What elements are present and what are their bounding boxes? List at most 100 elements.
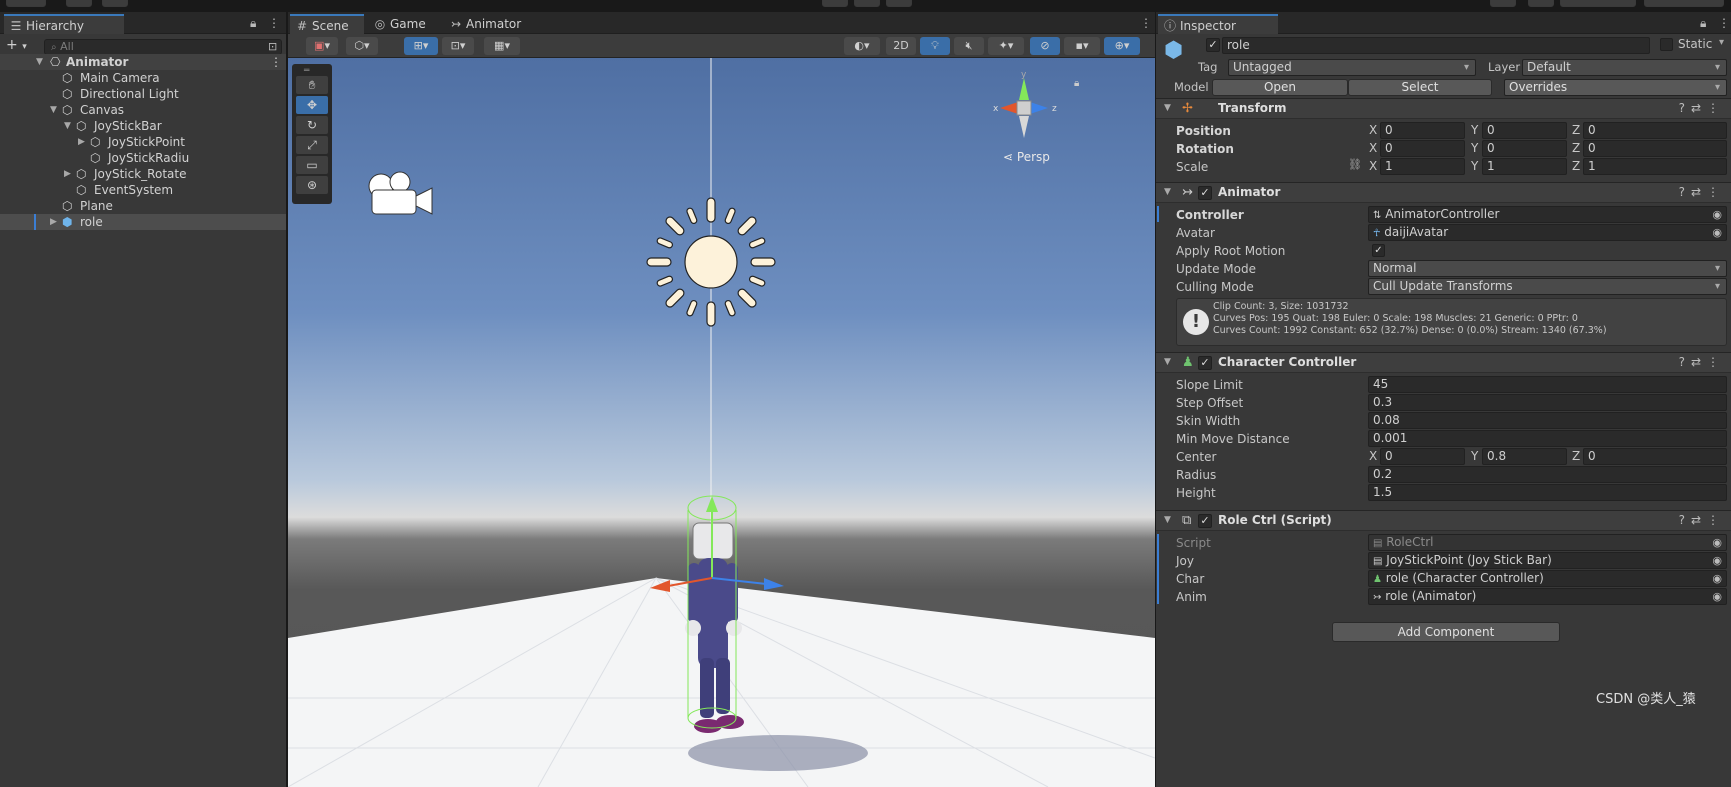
more-menu-icon[interactable]: ⋮ <box>1140 16 1152 30</box>
chevron-down-icon[interactable]: ▼ <box>64 118 71 134</box>
list-item[interactable]: ▶ ⬡ JoyStick_Rotate <box>0 166 286 182</box>
list-item[interactable]: ⬡ Plane <box>0 198 286 214</box>
list-item[interactable]: ▼ ⎔ Animator ⋮ <box>0 54 286 70</box>
list-item[interactable]: ▼ ⬡ Canvas <box>0 102 286 118</box>
gizmos-button[interactable]: ⊕▾ <box>1104 37 1140 55</box>
center-y-field[interactable]: 0.8 <box>1482 448 1567 465</box>
add-icon[interactable]: + ▾ <box>6 37 27 55</box>
rotation-z-field[interactable]: 0 <box>1583 140 1727 157</box>
component-header-icons[interactable]: ?⇄⋮ <box>1679 355 1725 369</box>
history-button[interactable] <box>1490 0 1516 7</box>
chevron-down-icon[interactable]: ▼ <box>1164 515 1171 525</box>
tab-animator[interactable]: ↣ Animator <box>444 14 529 34</box>
scale-tool-button[interactable]: ⤢ <box>296 136 328 154</box>
add-component-button[interactable]: Add Component <box>1332 622 1560 642</box>
audio-toggle[interactable]: 🔇︎ <box>954 37 984 55</box>
component-header-icons[interactable]: ?⇄⋮ <box>1679 101 1725 115</box>
more-menu-icon[interactable]: ⋮ <box>268 16 280 30</box>
layer-dropdown[interactable]: Default <box>1522 59 1727 76</box>
transform-header[interactable]: ▼ ✢ Transform ?⇄⋮ <box>1156 98 1731 119</box>
grid-visibility-button[interactable]: ▦▾ <box>484 37 520 55</box>
step-offset-field[interactable]: 0.3 <box>1368 394 1727 411</box>
tag-dropdown[interactable]: Untagged <box>1228 59 1476 76</box>
preset-icon[interactable]: ⇄ <box>1691 513 1707 527</box>
more-menu-icon[interactable]: ⋮ <box>270 54 282 70</box>
chevron-down-icon[interactable]: ▼ <box>1164 357 1171 367</box>
object-picker-icon[interactable]: ◉ <box>1712 571 1722 586</box>
grid-snap-button[interactable]: ⊞▾ <box>404 37 438 55</box>
character-controller-enabled-checkbox[interactable]: ✓ <box>1198 356 1212 370</box>
hidden-objects-toggle[interactable]: ⊘ <box>1030 37 1060 55</box>
rotate-tool-button[interactable]: ↻ <box>296 116 328 134</box>
component-header-icons[interactable]: ?⇄⋮ <box>1679 513 1725 527</box>
shading-mode-button[interactable]: ◐▾ <box>844 37 880 55</box>
scene-viewport[interactable]: ═ ✋︎ ✥ ↻ ⤢ ▭ ⊛ y x z 🔒︎ ⋖ Persp <box>288 58 1155 787</box>
shading-button[interactable]: ⬡▾ <box>346 37 378 55</box>
object-name-field[interactable]: role <box>1222 37 1650 54</box>
effects-button[interactable]: ✦▾ <box>988 37 1024 55</box>
more-menu-icon[interactable]: ⋮ <box>1707 355 1725 369</box>
chevron-down-icon[interactable]: ▼ <box>50 102 57 118</box>
pause-button[interactable] <box>854 0 880 7</box>
lock-icon[interactable]: 🔒︎ <box>1074 78 1079 89</box>
radius-field[interactable]: 0.2 <box>1368 466 1727 483</box>
list-item[interactable]: ▶ ⬢ role <box>0 214 286 230</box>
camera-gizmo-icon[interactable] <box>368 171 433 215</box>
list-item[interactable]: ▶ ⬡ JoyStickPoint <box>0 134 286 150</box>
chevron-down-icon[interactable]: ▼ <box>36 54 43 70</box>
chevron-right-icon[interactable]: ▶ <box>64 166 71 182</box>
object-picker-icon[interactable]: ◉ <box>1712 553 1722 568</box>
chevron-down-icon[interactable]: ▾ <box>1719 37 1724 48</box>
tab-scene[interactable]: # Scene <box>290 14 364 34</box>
help-icon[interactable]: ? <box>1679 513 1691 527</box>
role-ctrl-enabled-checkbox[interactable]: ✓ <box>1198 514 1212 528</box>
rect-tool-button[interactable]: ▭ <box>296 156 328 174</box>
collab-button[interactable] <box>102 0 128 7</box>
anim-field[interactable]: ↣ role (Animator) ◉ <box>1368 588 1727 605</box>
component-header-icons[interactable]: ?⇄⋮ <box>1679 185 1725 199</box>
search-button[interactable] <box>1528 0 1554 7</box>
search-filter-icon[interactable]: ⊡ <box>268 40 277 53</box>
camera-button[interactable]: ▪▾ <box>1064 37 1100 55</box>
list-item[interactable]: ⬡ EventSystem <box>0 182 286 198</box>
tab-hierarchy[interactable]: ☰ Hierarchy <box>4 14 124 34</box>
more-menu-icon[interactable]: ⋮ <box>1718 16 1730 30</box>
more-menu-icon[interactable]: ⋮ <box>1707 513 1725 527</box>
layers-dropdown[interactable] <box>1560 0 1636 7</box>
transform-tool-button[interactable]: ⊛ <box>296 176 328 194</box>
open-model-button[interactable]: Open <box>1212 79 1348 96</box>
character-controller-header[interactable]: ▼ ♟ ✓ Character Controller ?⇄⋮ <box>1156 352 1731 373</box>
position-z-field[interactable]: 0 <box>1583 122 1727 139</box>
center-x-field[interactable]: 0 <box>1380 448 1465 465</box>
preset-icon[interactable]: ⇄ <box>1691 185 1707 199</box>
object-picker-icon[interactable]: ◉ <box>1712 225 1722 240</box>
list-item[interactable]: ▼ ⬡ JoyStickBar <box>0 118 286 134</box>
preset-icon[interactable]: ⇄ <box>1691 355 1707 369</box>
help-icon[interactable]: ? <box>1679 355 1691 369</box>
layout-dropdown[interactable] <box>1644 0 1724 7</box>
height-field[interactable]: 1.5 <box>1368 484 1727 501</box>
drag-handle[interactable]: ═ <box>304 66 309 76</box>
step-button[interactable] <box>886 0 912 7</box>
chevron-right-icon[interactable]: ▶ <box>78 134 85 150</box>
rotation-y-field[interactable]: 0 <box>1482 140 1567 157</box>
more-menu-icon[interactable]: ⋮ <box>1707 185 1725 199</box>
min-move-field[interactable]: 0.001 <box>1368 430 1727 447</box>
directional-light-icon[interactable] <box>646 197 776 327</box>
center-z-field[interactable]: 0 <box>1583 448 1727 465</box>
increment-snap-button[interactable]: ⊡▾ <box>442 37 474 55</box>
object-picker-icon[interactable]: ◉ <box>1712 589 1722 604</box>
static-checkbox[interactable] <box>1660 38 1673 51</box>
active-checkbox[interactable]: ✓ <box>1206 38 1220 52</box>
draw-mode-button[interactable]: ▣▾ <box>306 37 338 55</box>
hand-tool-button[interactable]: ✋︎ <box>296 76 328 94</box>
rotation-x-field[interactable]: 0 <box>1380 140 1465 157</box>
slope-limit-field[interactable]: 45 <box>1368 376 1727 393</box>
tab-inspector[interactable]: ⓘ Inspector <box>1158 14 1278 34</box>
more-menu-icon[interactable]: ⋮ <box>1707 101 1725 115</box>
search-input[interactable]: ⌕ All <box>44 39 282 55</box>
position-y-field[interactable]: 0 <box>1482 122 1567 139</box>
controller-field[interactable]: ⇅ AnimatorController ◉ <box>1368 206 1727 223</box>
joy-field[interactable]: ▤ JoyStickPoint (Joy Stick Bar) ◉ <box>1368 552 1727 569</box>
lighting-toggle[interactable]: 💡︎ <box>920 37 950 55</box>
